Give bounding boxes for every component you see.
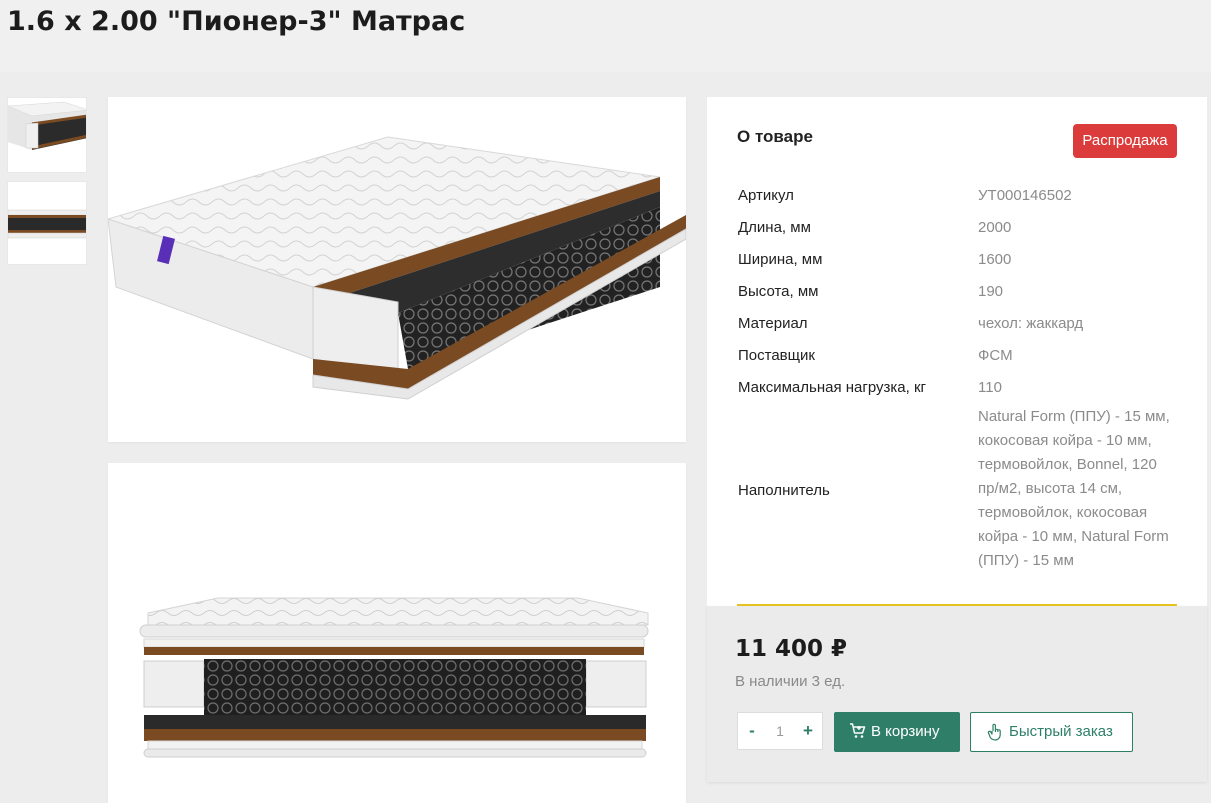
spec-label: Артикул: [738, 187, 794, 204]
mattress-layers-image-icon: [139, 597, 649, 758]
mattress-cutaway-thumbnail-icon: [8, 101, 86, 150]
spec-row: Ширина, мм 1600: [738, 245, 1178, 277]
spec-value: ФСМ: [978, 347, 1013, 364]
spec-label: Материал: [738, 315, 808, 332]
spec-value: 110: [978, 379, 1002, 396]
sale-badge: Распродажа: [1073, 124, 1177, 158]
spec-label: Высота, мм: [738, 283, 819, 300]
spec-value: Natural Form (ППУ) - 15 мм, кокосовая ко…: [978, 408, 1170, 569]
tap-hand-icon: [987, 723, 1003, 745]
spec-label: Ширина, мм: [738, 251, 823, 268]
spec-value: 1600: [978, 251, 1012, 268]
price: 11 400 ₽: [735, 636, 848, 662]
spec-label: Максимальная нагрузка, кг: [738, 379, 927, 396]
spec-row: Длина, мм 2000: [738, 213, 1178, 245]
page-header: 1.6 x 2.00 "Пионер-3" Матрас: [0, 0, 1211, 72]
mattress-layers-thumbnail-icon: [8, 209, 86, 239]
spec-value: чехол: жаккард: [978, 315, 1084, 332]
purchase-panel: 11 400 ₽ В наличии 3 ед. - + В корзину Б…: [707, 606, 1207, 782]
spec-label: Поставщик: [738, 347, 815, 364]
quick-order-label: Быстрый заказ: [1009, 723, 1113, 740]
spec-label: Наполнитель: [738, 482, 830, 499]
spec-row: Артикул УТ000146502: [738, 181, 1178, 213]
spec-row: Наполнитель Natural Form (ППУ) - 15 мм, …: [738, 405, 1178, 575]
add-to-cart-label: В корзину: [871, 723, 940, 740]
spec-value: УТ000146502: [978, 187, 1072, 204]
stock-status: В наличии 3 ед.: [735, 673, 846, 690]
qty-decrease-button[interactable]: -: [738, 713, 766, 749]
spec-table: Артикул УТ000146502 Длина, мм 2000 Ширин…: [738, 181, 1178, 575]
qty-increase-button[interactable]: +: [794, 713, 822, 749]
thumbnail-1[interactable]: [7, 97, 87, 173]
spec-value: 2000: [978, 219, 1012, 236]
spec-row: Максимальная нагрузка, кг 110: [738, 373, 1178, 405]
info-title: О товаре: [737, 127, 813, 146]
spec-row: Материал чехол: жаккард: [738, 309, 1178, 341]
quick-order-button[interactable]: Быстрый заказ: [970, 712, 1133, 752]
spec-label: Длина, мм: [738, 219, 811, 236]
thumbnail-2[interactable]: [7, 181, 87, 265]
page-title: 1.6 x 2.00 "Пионер-3" Матрас: [7, 6, 466, 37]
spec-value: 190: [978, 283, 1004, 300]
spec-row: Поставщик ФСМ: [738, 341, 1178, 373]
add-to-cart-button[interactable]: В корзину: [834, 712, 960, 752]
main-image-1[interactable]: [108, 97, 686, 442]
product-info-panel: О товаре Распродажа Артикул УТ000146502 …: [707, 97, 1207, 606]
qty-input[interactable]: [766, 713, 794, 749]
quantity-stepper: - +: [737, 712, 823, 750]
spec-row: Высота, мм 190: [738, 277, 1178, 309]
cart-icon: [849, 723, 866, 743]
main-image-2[interactable]: [108, 463, 686, 803]
mattress-cutaway-image-icon: [108, 136, 686, 400]
